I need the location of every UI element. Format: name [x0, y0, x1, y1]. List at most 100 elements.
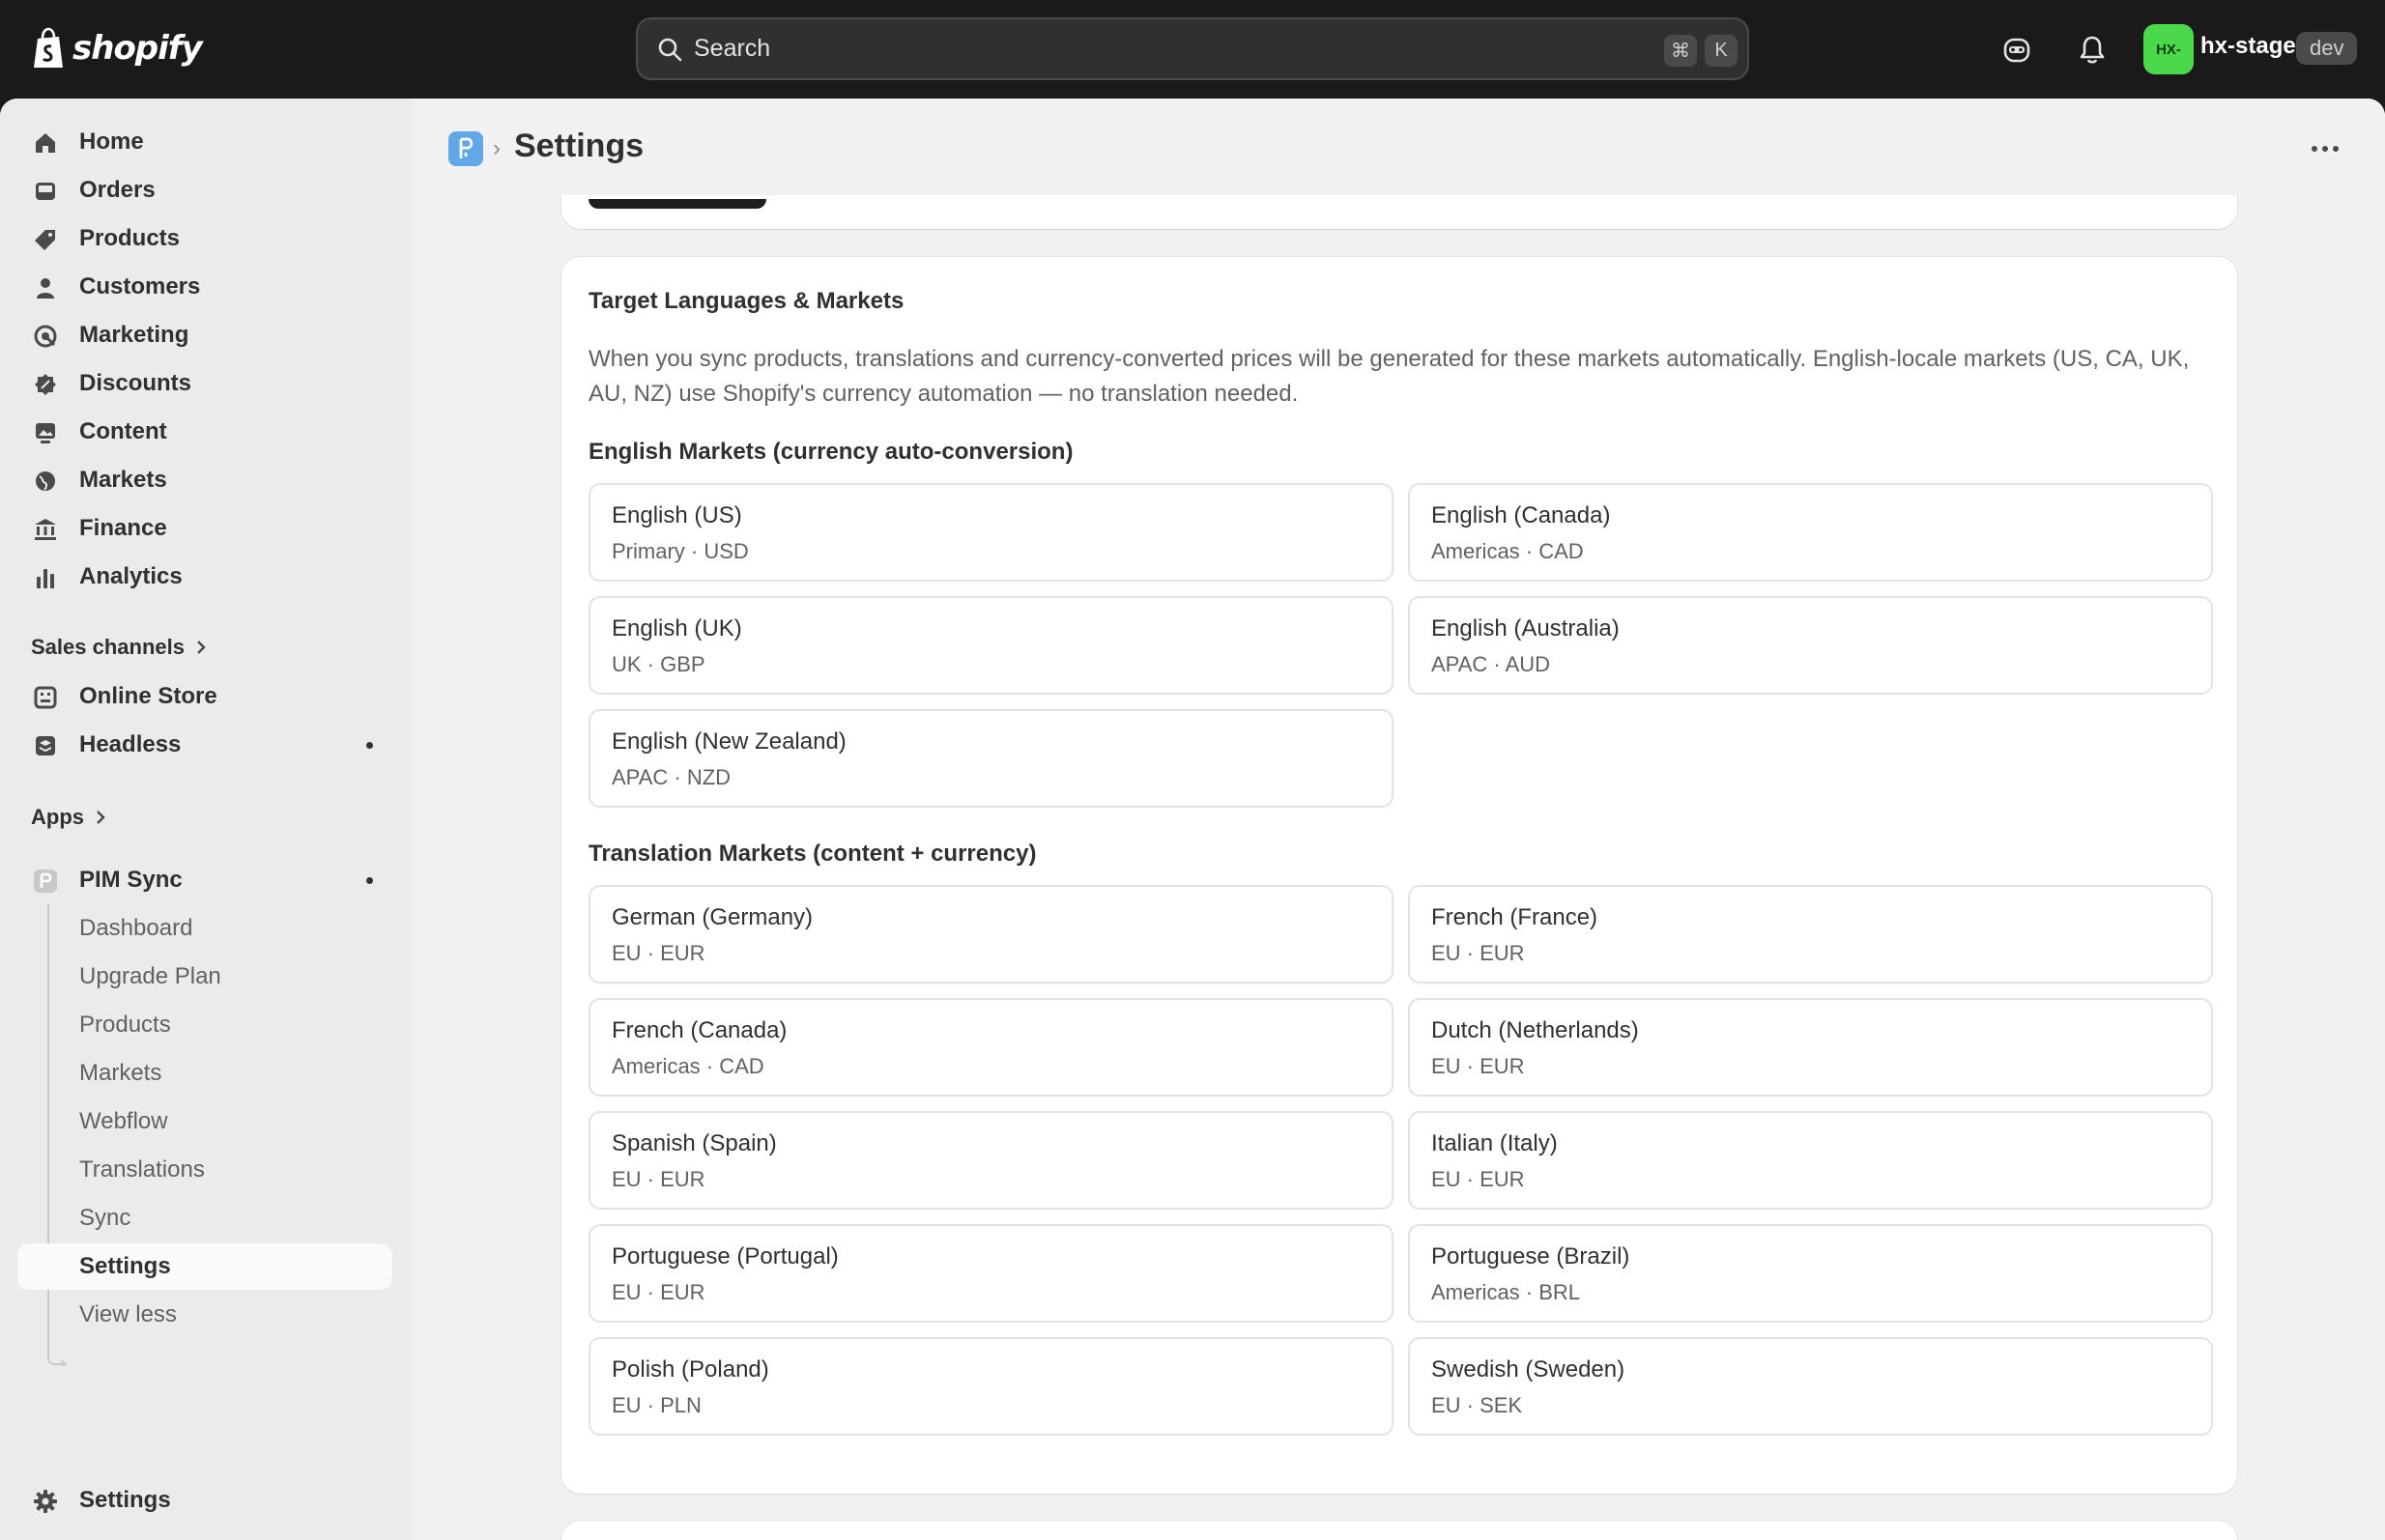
market-meta: Primary · USD	[612, 539, 749, 563]
home-icon	[36, 133, 55, 153]
market-card[interactable]: English (New Zealand) APAC · NZD	[589, 709, 1394, 808]
market-card[interactable]: Portuguese (Portugal) EU · EUR	[589, 1224, 1394, 1323]
sidebar-item-home[interactable]: Home	[17, 119, 392, 165]
subitem-label: Markets	[79, 1060, 162, 1086]
sidebar-item-settings[interactable]: Settings	[17, 1477, 392, 1524]
env-badge: dev	[2296, 32, 2358, 65]
sidebar-item-pim-sync[interactable]: PIM Sync	[17, 857, 392, 903]
main-content: › Settings Target Languages & Markets Wh…	[414, 99, 2385, 1540]
notifications-button[interactable]	[2074, 31, 2111, 68]
sidebar-item-products[interactable]: Products	[17, 215, 392, 262]
tree-branch-icon	[47, 1345, 68, 1366]
sidebar-subitem-sync[interactable]: Sync	[17, 1195, 392, 1241]
target-markets-card: Target Languages & Markets When you sync…	[561, 257, 2237, 1494]
store-icon	[34, 686, 57, 709]
card-title: Target Languages & Markets	[589, 288, 905, 314]
sidebar-item-label: Content	[79, 418, 167, 444]
sidebar-item-customers[interactable]: Customers	[17, 264, 392, 310]
market-card[interactable]: Polish (Poland) EU · PLN	[589, 1337, 1394, 1436]
market-meta: EU · EUR	[612, 1280, 705, 1304]
next-card	[561, 1521, 2237, 1540]
sidebar-item-finance[interactable]: Finance	[17, 505, 392, 552]
shortcut-k-key: K	[1705, 35, 1738, 67]
sidebar-item-markets[interactable]: Markets	[17, 457, 392, 503]
sidekick-button[interactable]	[1998, 31, 2035, 68]
person-icon	[37, 278, 54, 299]
sidebar-item-analytics[interactable]: Analytics	[17, 554, 392, 600]
store-avatar[interactable]: HX-	[2143, 24, 2194, 74]
sidebar-subitem-dashboard[interactable]: Dashboard	[17, 905, 392, 952]
market-card[interactable]: English (US) Primary · USD	[589, 483, 1394, 582]
sidebar-item-online-store[interactable]: Online Store	[17, 673, 392, 720]
chevron-right-icon	[97, 811, 105, 824]
sidebar-subitem-settings[interactable]: Settings	[17, 1243, 392, 1290]
sidebar-subitem-view-less[interactable]: View less	[17, 1292, 392, 1338]
sidebar-item-headless[interactable]: Headless	[17, 722, 392, 768]
market-card[interactable]: French (Canada) Americas · CAD	[589, 998, 1394, 1097]
sidebar-item-orders[interactable]: Orders	[17, 167, 392, 214]
previous-card-button-edge[interactable]	[589, 199, 766, 209]
market-meta: APAC · AUD	[1431, 652, 1551, 676]
market-name: English (US)	[612, 502, 742, 528]
market-card[interactable]: Swedish (Sweden) EU · SEK	[1408, 1337, 2213, 1436]
market-card[interactable]: English (Australia) APAC · AUD	[1408, 596, 2213, 695]
bar-chart-icon	[37, 569, 54, 588]
sidebar-subitem-products[interactable]: Products	[17, 1002, 392, 1048]
card-description: When you sync products, translations and…	[589, 346, 2190, 407]
subitem-label: Sync	[79, 1205, 131, 1231]
sidebar-item-marketing[interactable]: Marketing	[17, 312, 392, 358]
subitem-label: Upgrade Plan	[79, 963, 221, 989]
sales-channels-label: Sales channels	[31, 635, 185, 659]
sidebar-item-label: PIM Sync	[79, 867, 183, 893]
subitem-label: Webflow	[79, 1108, 168, 1134]
sidebar-item-label: Customers	[79, 273, 201, 299]
apps-header[interactable]: Apps	[31, 805, 105, 830]
market-card[interactable]: Spanish (Spain) EU · EUR	[589, 1111, 1394, 1210]
shopify-logo[interactable]: shopify	[30, 23, 203, 73]
market-meta: EU · EUR	[612, 1167, 705, 1191]
market-meta: EU · EUR	[1431, 941, 1525, 965]
market-card[interactable]: Dutch (Netherlands) EU · EUR	[1408, 998, 2213, 1097]
sales-channels-header[interactable]: Sales channels	[31, 635, 206, 660]
sidebar-subitem-upgrade-plan[interactable]: Upgrade Plan	[17, 954, 392, 1000]
subitem-label: Settings	[79, 1253, 171, 1279]
sidebar-subitem-translations[interactable]: Translations	[17, 1147, 392, 1193]
sidebar-item-discounts[interactable]: Discounts	[17, 360, 392, 407]
market-meta: Americas · BRL	[1431, 1280, 1581, 1304]
unread-dot	[366, 741, 373, 749]
shortcut-cmd-key: ⌘	[1664, 35, 1697, 67]
market-meta: Americas · CAD	[1431, 539, 1584, 563]
sidebar-item-label: Home	[79, 128, 144, 155]
market-name: English (Canada)	[1431, 502, 1611, 528]
sidebar-item-content[interactable]: Content	[17, 409, 392, 455]
market-name: French (Canada)	[612, 1017, 788, 1043]
sidebar-item-label: Headless	[79, 731, 182, 757]
market-card[interactable]: English (Canada) Americas · CAD	[1408, 483, 2213, 582]
market-card[interactable]: English (UK) UK · GBP	[589, 596, 1394, 695]
image-icon	[36, 423, 55, 443]
subitem-label: View less	[79, 1301, 177, 1327]
sidebar-item-label: Orders	[79, 177, 156, 203]
top-bar: shopify Search ⌘ K HX- hx-stage dev	[0, 0, 2385, 99]
english-markets-title: English Markets (currency auto-conversio…	[589, 439, 1074, 465]
market-card[interactable]: German (Germany) EU · EUR	[589, 885, 1394, 984]
admin-frame: Home Orders Products Customers Marketing…	[0, 99, 2385, 1540]
market-name: Dutch (Netherlands)	[1431, 1017, 1639, 1043]
sidebar-subitem-webflow[interactable]: Webflow	[17, 1098, 392, 1145]
sidebar-item-label: Discounts	[79, 370, 192, 396]
more-actions-button[interactable]	[2306, 131, 2344, 166]
search-placeholder: Search	[694, 35, 771, 62]
sidebar-item-label: Settings	[79, 1487, 171, 1513]
pim-sync-app-icon[interactable]	[448, 131, 483, 166]
sidebar-subitem-markets[interactable]: Markets	[17, 1050, 392, 1097]
market-name: Polish (Poland)	[612, 1356, 769, 1383]
store-name[interactable]: hx-stage	[2200, 33, 2296, 60]
pim-sync-app-icon	[34, 870, 57, 893]
layers-icon	[36, 736, 55, 756]
translation-markets-title: Translation Markets (content + currency)	[589, 841, 1037, 867]
search-bar[interactable]: Search ⌘ K	[636, 17, 1749, 80]
market-card[interactable]: Italian (Italy) EU · EUR	[1408, 1111, 2213, 1210]
market-card[interactable]: French (France) EU · EUR	[1408, 885, 2213, 984]
sidebar-item-label: Marketing	[79, 322, 189, 348]
market-card[interactable]: Portuguese (Brazil) Americas · BRL	[1408, 1224, 2213, 1323]
